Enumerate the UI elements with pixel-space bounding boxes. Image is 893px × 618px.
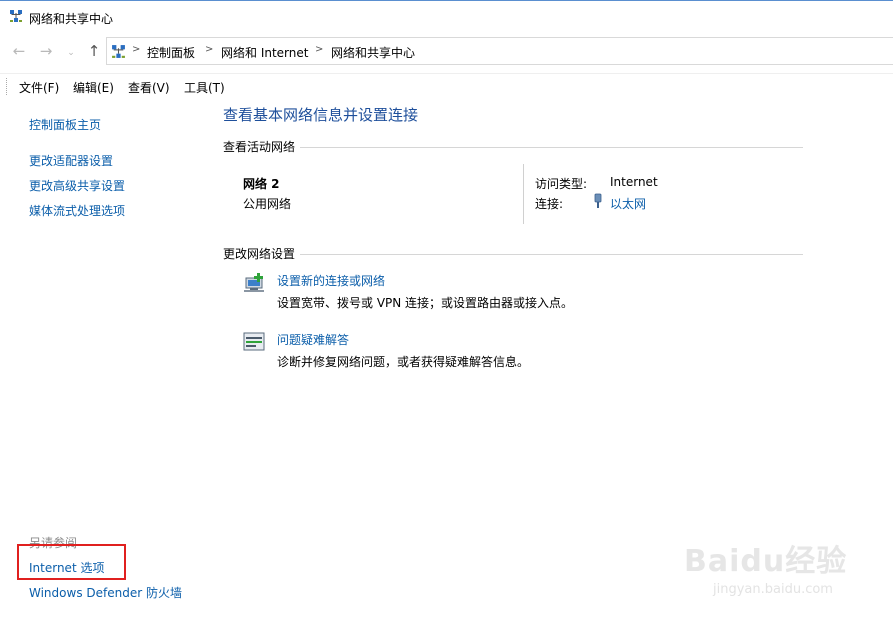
network-center-icon [10,10,22,22]
ethernet-icon [594,193,602,208]
change-settings-header: 更改网络设置 [223,247,296,261]
breadcrumb-network-internet[interactable]: 网络和 Internet [221,44,308,61]
menu-grip [6,78,9,95]
navigation-bar: ← → ⌄ ↑ > 控制面板 > 网络和 Internet > 网络和共享中心 [0,35,893,67]
troubleshoot-desc: 诊断并修复网络问题，或者获得疑难解答信息。 [277,355,530,369]
divider [300,147,803,148]
troubleshoot-icon [243,332,265,351]
breadcrumb-separator[interactable]: > [315,44,323,55]
title-bar: 网络和共享中心 [0,0,893,32]
network-setup-icon [244,273,264,292]
network-name: 网络 2 [243,177,280,191]
active-networks-header: 查看活动网络 [223,140,296,154]
breadcrumb-network-sharing-center[interactable]: 网络和共享中心 [331,44,415,61]
troubleshoot-link[interactable]: 问题疑难解答 [277,331,349,348]
network-center-icon [112,45,125,58]
up-arrow-icon[interactable]: ↑ [86,42,102,60]
recent-locations-chevron-icon[interactable]: ⌄ [63,45,79,61]
network-category: 公用网络 [243,197,292,211]
setup-new-connection-desc: 设置宽带、拨号或 VPN 连接；或设置路由器或接入点。 [277,296,574,310]
back-arrow-icon[interactable]: ← [11,42,27,60]
ethernet-connection-link[interactable]: 以太网 [610,195,646,212]
divider [523,164,524,224]
breadcrumb-control-panel[interactable]: 控制面板 [147,44,195,61]
menu-bar: 文件(F) 编辑(E) 查看(V) 工具(T) [0,73,893,100]
menu-view[interactable]: 查看(V) [128,79,170,96]
watermark-url: jingyan.baidu.com [713,582,833,597]
sidebar-item-adapter-settings[interactable]: 更改适配器设置 [29,152,113,169]
window-title: 网络和共享中心 [29,12,114,26]
forward-arrow-icon[interactable]: → [38,42,54,60]
page-title: 查看基本网络信息并设置连接 [223,106,419,124]
sidebar-item-control-panel-home[interactable]: 控制面板主页 [29,116,101,133]
breadcrumb-separator[interactable]: > [205,44,213,55]
access-type-value: Internet [610,175,658,189]
address-bar[interactable]: > 控制面板 > 网络和 Internet > 网络和共享中心 [106,37,893,65]
connection-label: 连接: [535,197,564,211]
menu-file[interactable]: 文件(F) [19,79,59,96]
breadcrumb-separator[interactable]: > [132,44,140,55]
menu-tools[interactable]: 工具(T) [184,79,225,96]
access-type-label: 访问类型: [535,177,588,191]
sidebar-item-internet-options[interactable]: Internet 选项 [29,559,104,576]
setup-new-connection-link[interactable]: 设置新的连接或网络 [277,272,385,289]
sidebar-item-advanced-sharing[interactable]: 更改高级共享设置 [29,177,125,194]
sidebar-item-defender-firewall[interactable]: Windows Defender 防火墙 [29,584,182,601]
watermark-brand: Baidu经验 [684,544,848,579]
divider [300,254,803,255]
sidebar-item-media-streaming[interactable]: 媒体流式处理选项 [29,202,125,219]
menu-edit[interactable]: 编辑(E) [73,79,114,96]
